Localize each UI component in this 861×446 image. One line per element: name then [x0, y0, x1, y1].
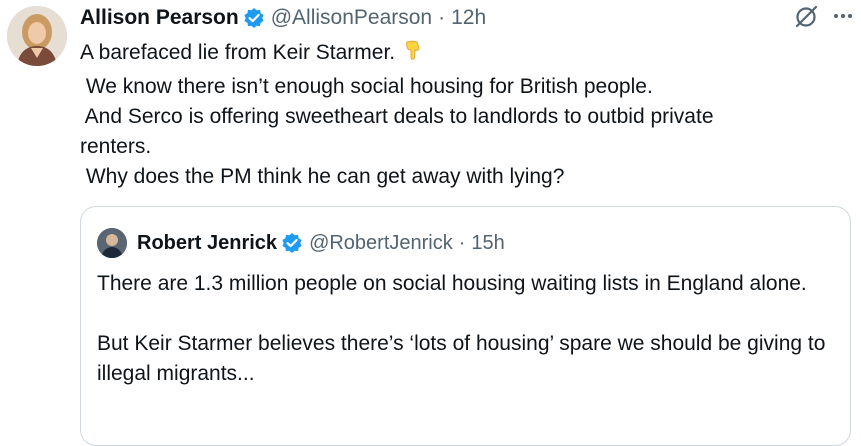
- avatar-image: [7, 6, 67, 66]
- quoted-author-handle: @RobertJenrick: [309, 231, 453, 254]
- avatar[interactable]: [7, 6, 67, 66]
- more-horizontal-icon[interactable]: [831, 4, 855, 33]
- separator-dot: ·: [458, 231, 466, 254]
- tweet-text: A barefaced lie from Keir Starmer. We kn…: [80, 38, 840, 192]
- quoted-tweet-text: There are 1.3 million people on social h…: [97, 269, 827, 389]
- quoted-avatar: [97, 228, 127, 258]
- tweet-line: A barefaced lie from Keir Starmer.: [80, 41, 396, 64]
- quoted-paragraph: There are 1.3 million people on social h…: [97, 272, 807, 295]
- tweet-line: We know there isn’t enough social housin…: [80, 75, 653, 98]
- tweet-actions: [793, 2, 855, 35]
- separator-dot: ·: [438, 6, 446, 29]
- timestamp[interactable]: 12h: [451, 6, 486, 30]
- quoted-author-name: Robert Jenrick: [137, 231, 278, 254]
- tweet-line: Why does the PM think he can get away wi…: [80, 165, 565, 188]
- tweet-header: Allison Pearson @AllisonPearson · 12h: [80, 3, 486, 33]
- tweet-line: renters.: [80, 135, 152, 158]
- quoted-timestamp: 15h: [471, 231, 505, 254]
- quoted-paragraph: But Keir Starmer believes there’s ‘lots …: [97, 332, 826, 385]
- verified-badge-icon: [281, 232, 303, 254]
- backhand-index-pointing-down-icon: [401, 39, 425, 72]
- verified-badge-icon: [243, 7, 265, 29]
- grok-icon[interactable]: [793, 2, 821, 35]
- tweet-line: And Serco is offering sweetheart deals t…: [80, 105, 714, 128]
- author-handle[interactable]: @AllisonPearson: [271, 6, 432, 30]
- quoted-tweet-header: Robert Jenrick @RobertJenrick · 15h: [97, 228, 505, 258]
- author-name[interactable]: Allison Pearson: [80, 6, 239, 30]
- quoted-tweet[interactable]: Robert Jenrick @RobertJenrick · 15h Ther…: [80, 206, 851, 446]
